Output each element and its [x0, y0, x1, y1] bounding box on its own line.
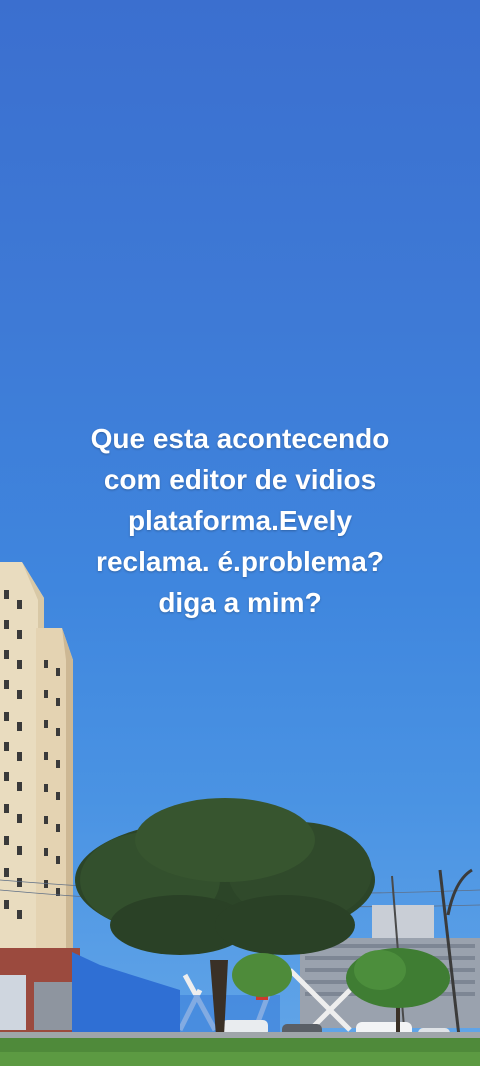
grass [0, 1038, 480, 1066]
photo-background: Que esta acontecendo com editor de vidio… [0, 0, 480, 1066]
green-bush [232, 953, 292, 997]
caption-line: diga a mim? [158, 587, 322, 618]
road-railing [0, 1032, 480, 1038]
caption-line: com editor de vidios [103, 464, 377, 495]
caption-line: Que esta acontecendo [90, 423, 390, 454]
caption-line: reclama. é.problema? [96, 546, 384, 577]
caption-text: Que esta acontecendo com editor de vidio… [40, 418, 440, 623]
caption-line: plataforma.Evely [127, 505, 353, 536]
